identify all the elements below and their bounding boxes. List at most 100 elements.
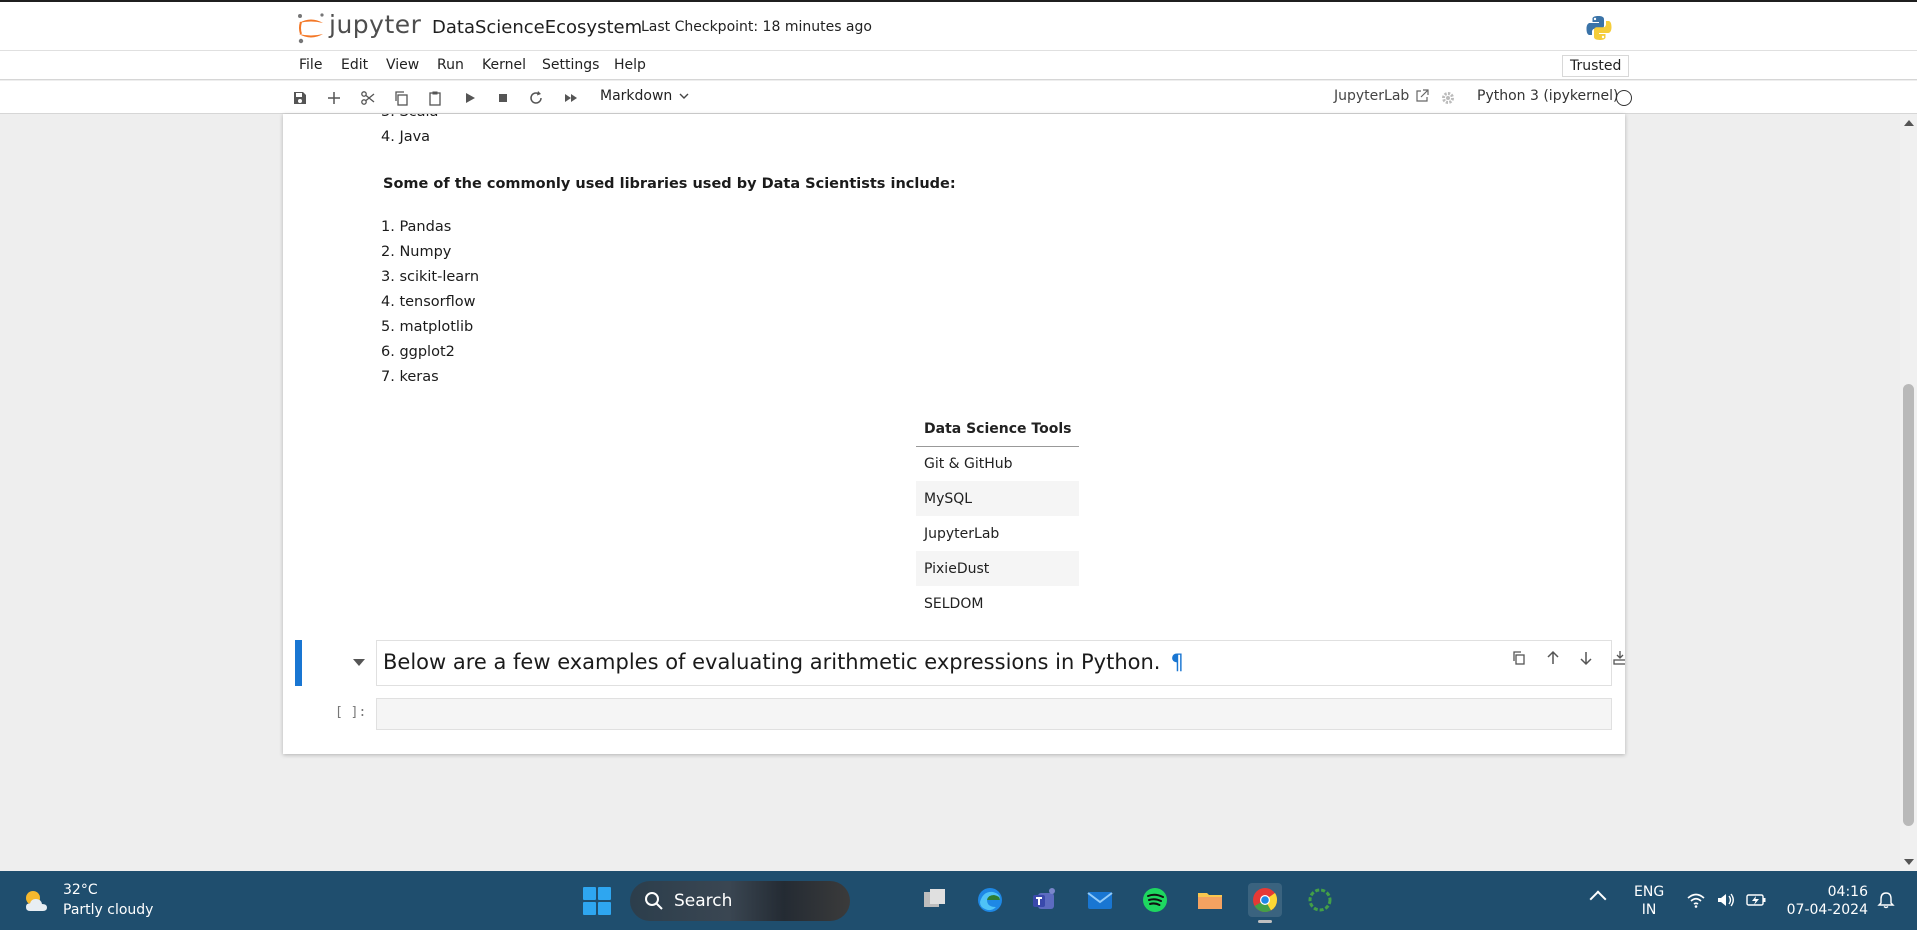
system-clock[interactable]: 04:16 07-04-2024	[1780, 883, 1868, 919]
scroll-up-arrow-icon[interactable]	[1904, 120, 1914, 126]
show-hidden-icons-chevron-icon[interactable]	[1589, 890, 1607, 908]
notebook-toolbar: Markdown JupyterLab Python 3 (ipykernel)	[0, 81, 1917, 114]
play-icon	[466, 93, 475, 103]
open-in-jupyterlab-link[interactable]: JupyterLab	[1334, 88, 1429, 104]
menu-kernel[interactable]: Kernel	[482, 57, 526, 73]
external-link-icon	[1416, 89, 1429, 102]
scroll-down-arrow-icon[interactable]	[1904, 859, 1914, 865]
taskbar-app-chrome[interactable]	[1248, 883, 1282, 923]
interrupt-kernel-button[interactable]	[492, 87, 514, 109]
loading-ring-icon	[1308, 888, 1332, 912]
scissors-icon	[361, 91, 375, 105]
table-cell: SELDOM	[924, 595, 984, 612]
kernel-status-circle-icon	[1616, 90, 1632, 106]
windows-start-icon[interactable]	[583, 887, 611, 915]
list-item: 5. matplotlib	[381, 319, 474, 335]
active-cell-indicator[interactable]	[295, 640, 302, 686]
code-cell-input[interactable]	[376, 698, 1612, 730]
taskbar-app-teams[interactable]	[1028, 883, 1062, 917]
menu-bar: File Edit View Run Kernel Settings Help …	[0, 50, 1917, 80]
restart-icon	[530, 91, 542, 104]
paste-button[interactable]	[424, 87, 446, 109]
top-header: jupyter DataScienceEcosystem Last Checkp…	[0, 0, 1917, 50]
menu-edit[interactable]: Edit	[341, 57, 368, 73]
markdown-cell[interactable]: Below are a few examples of evaluating a…	[376, 640, 1625, 686]
libraries-list: 1. Pandas 2. Numpy 3. scikit-learn 4. te…	[381, 215, 479, 390]
notification-bell-icon[interactable]	[1877, 891, 1895, 909]
taskbar-app-task-view[interactable]	[918, 883, 952, 917]
move-cell-up-button[interactable]	[1542, 647, 1564, 669]
list-item: 3. Scala	[381, 114, 438, 125]
volume-icon[interactable]	[1716, 890, 1736, 910]
table-row: Git & GitHub	[916, 446, 1079, 481]
table-cell: MySQL	[916, 481, 1080, 516]
battery-charging-icon[interactable]	[1746, 890, 1766, 910]
arrow-down-icon	[1580, 652, 1592, 666]
jupyter-logo-icon[interactable]	[296, 12, 326, 44]
anchor-link[interactable]: ¶	[1170, 650, 1183, 674]
clock-date: 07-04-2024	[1786, 902, 1868, 918]
clipboard-icon	[429, 91, 441, 106]
move-cell-down-button[interactable]	[1575, 647, 1597, 669]
jupyterlab-link-label: JupyterLab	[1334, 88, 1410, 104]
edge-browser-icon	[978, 888, 1002, 912]
copy-button[interactable]	[390, 87, 412, 109]
task-view-icon	[924, 889, 945, 907]
list-item: 3. scikit-learn	[381, 269, 480, 285]
taskbar-search[interactable]: Search	[630, 881, 850, 921]
save-button[interactable]	[289, 87, 311, 109]
language-code: ENG	[1634, 884, 1665, 900]
partly-cloudy-icon[interactable]	[20, 885, 52, 917]
run-all-button[interactable]	[560, 87, 582, 109]
restart-kernel-button[interactable]	[525, 87, 547, 109]
taskbar-app-edge[interactable]	[973, 883, 1007, 917]
code-cell-prompt: [ ]:	[335, 705, 367, 720]
menu-settings[interactable]: Settings	[542, 57, 599, 73]
menu-file[interactable]: File	[299, 57, 322, 73]
cut-button[interactable]	[357, 87, 379, 109]
scroll-thumb[interactable]	[1903, 384, 1914, 826]
table-row: MySQL	[916, 481, 1080, 516]
copy-icon	[395, 91, 408, 106]
last-checkpoint-text: Last Checkpoint: 18 minutes ago	[641, 19, 872, 35]
wifi-icon[interactable]	[1686, 890, 1706, 910]
jupyter-wordmark[interactable]: jupyter	[329, 10, 421, 39]
trusted-indicator[interactable]: Trusted	[1562, 55, 1630, 77]
menu-view[interactable]: View	[386, 57, 419, 73]
vertical-scrollbar[interactable]	[1900, 114, 1917, 871]
notebook-panel: 3. Scala 4. Java Some of the commonly us…	[283, 114, 1625, 754]
table-row: JupyterLab	[916, 516, 1079, 551]
list-item: 7. keras	[381, 369, 439, 385]
mail-icon	[1087, 892, 1113, 909]
menu-help[interactable]: Help	[614, 57, 646, 73]
insert-above-icon	[1613, 651, 1625, 665]
insert-cell-button[interactable]	[323, 87, 345, 109]
weather-temperature[interactable]: 32°C	[63, 882, 98, 898]
notebook-title[interactable]: DataScienceEcosystem	[432, 17, 642, 38]
taskbar-app-spinner[interactable]	[1303, 883, 1337, 917]
weather-description[interactable]: Partly cloudy	[63, 902, 153, 918]
languages-list-tail: 3. Scala 4. Java	[381, 114, 438, 150]
clock-time: 04:16	[1827, 884, 1868, 900]
taskbar-app-mail[interactable]	[1083, 883, 1117, 917]
libraries-heading: Some of the commonly used libraries used…	[383, 176, 956, 192]
table-row: PixieDust	[916, 551, 1080, 586]
python-logo-icon	[1586, 16, 1612, 40]
input-language-indicator[interactable]: ENG IN	[1634, 883, 1664, 919]
run-cell-button[interactable]	[459, 87, 481, 109]
table-cell: JupyterLab	[924, 525, 1000, 542]
table-row: SELDOM	[916, 586, 1079, 621]
duplicate-cell-button[interactable]	[1508, 647, 1530, 669]
insert-cell-above-button[interactable]	[1609, 647, 1625, 669]
search-label: Search	[674, 891, 733, 911]
kernel-name[interactable]: Python 3 (ipykernel)	[1477, 88, 1618, 104]
gear-icon	[1442, 92, 1454, 104]
cell-type-select[interactable]: Markdown	[600, 88, 690, 104]
collapse-caret-icon[interactable]	[353, 659, 365, 666]
menu-run[interactable]: Run	[437, 57, 464, 73]
region-code: IN	[1641, 902, 1657, 918]
taskbar-app-file-explorer[interactable]	[1193, 883, 1227, 917]
taskbar-app-spotify[interactable]	[1138, 883, 1172, 917]
duplicate-icon	[1513, 651, 1525, 665]
running-indicator	[1258, 920, 1272, 923]
